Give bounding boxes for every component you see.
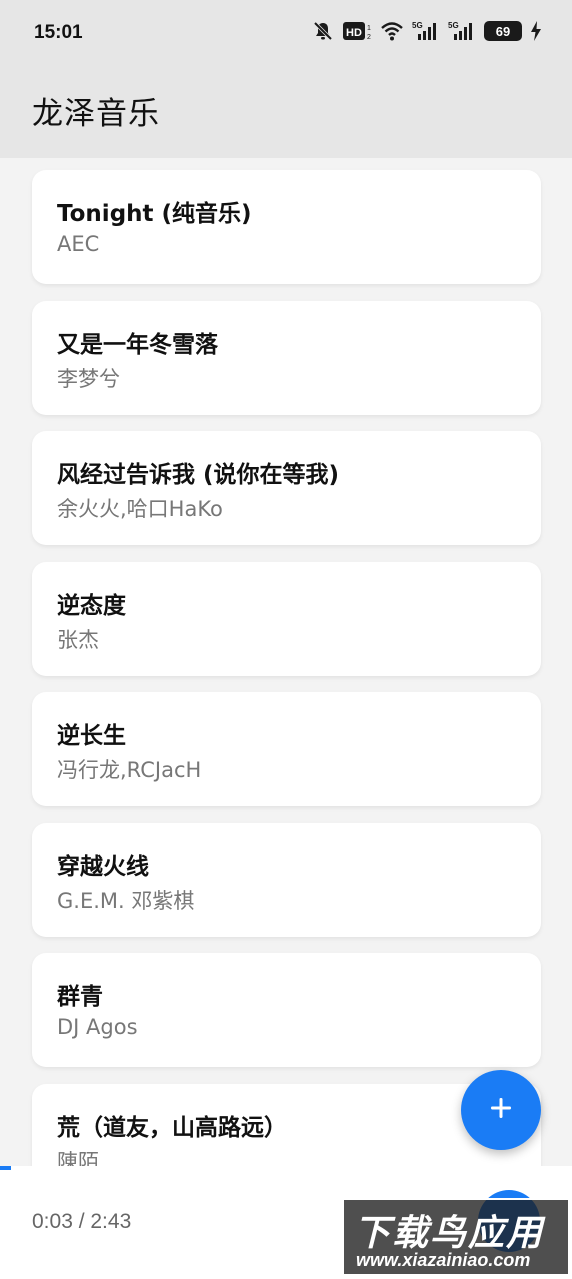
song-title: 荒（道友，山高路远） — [57, 1115, 287, 1141]
song-artist: DJ Agos — [57, 1015, 138, 1039]
progress-fill — [0, 1166, 12, 1170]
song-card[interactable]: 群青 DJ Agos — [32, 953, 541, 1067]
svg-text:2: 2 — [367, 34, 371, 41]
app-title: 龙泽音乐 — [32, 96, 160, 132]
song-title: 逆长生 — [57, 723, 126, 749]
song-card[interactable]: 逆态度 张杰 — [32, 562, 541, 676]
song-artist: 冯行龙,RCJacH — [57, 758, 202, 782]
song-list[interactable]: Tonight (纯音乐) AEC 又是一年冬雪落 李梦兮 风经过告诉我 (说你… — [0, 158, 572, 1166]
song-card[interactable]: Tonight (纯音乐) AEC — [32, 170, 541, 284]
hd-icon: HD 1 2 — [342, 20, 372, 42]
5g-signal-icon: 5G — [448, 20, 476, 42]
song-card[interactable]: 穿越火线 G.E.M. 邓紫棋 — [32, 823, 541, 937]
plus-icon — [489, 1096, 513, 1124]
svg-text:5G: 5G — [412, 21, 423, 30]
song-card[interactable]: 逆长生 冯行龙,RCJacH — [32, 692, 541, 806]
status-bar: 15:01 HD 1 2 5G 5G 69 — [0, 0, 572, 68]
song-artist: 张杰 — [57, 628, 99, 652]
app-bar: 龙泽音乐 — [0, 68, 572, 158]
battery-icon: 69 — [484, 21, 522, 41]
song-artist: 陳陌 — [57, 1150, 99, 1166]
progress-bar[interactable] — [0, 1166, 572, 1170]
status-time: 15:01 — [34, 22, 83, 43]
song-title: 逆态度 — [57, 593, 126, 619]
song-artist: 李梦兮 — [57, 367, 120, 391]
svg-text:1: 1 — [367, 25, 371, 32]
watermark-title: 下载鸟应用 — [354, 1213, 545, 1254]
svg-text:HD: HD — [346, 27, 362, 39]
watermark: 下载鸟应用 www.xiazainiao.com — [342, 1198, 570, 1276]
watermark-url: www.xiazainiao.com — [356, 1250, 531, 1270]
song-card[interactable]: 风经过告诉我 (说你在等我) 余火火,哈口HaKo — [32, 431, 541, 545]
song-card[interactable]: 又是一年冬雪落 李梦兮 — [32, 301, 541, 415]
song-title: 风经过告诉我 (说你在等我) — [57, 462, 340, 488]
song-title: 穿越火线 — [57, 854, 149, 880]
song-title: 群青 — [57, 984, 103, 1010]
song-artist: G.E.M. 邓紫棋 — [57, 889, 195, 913]
5g-signal-icon: 5G — [412, 20, 440, 42]
battery-level: 69 — [495, 23, 511, 39]
song-title: Tonight (纯音乐) — [57, 201, 252, 227]
add-song-button[interactable] — [461, 1070, 541, 1150]
playback-time: 0:03 / 2:43 — [32, 1210, 132, 1233]
song-title: 又是一年冬雪落 — [57, 332, 218, 358]
charging-icon — [530, 20, 542, 42]
song-artist: AEC — [57, 232, 100, 256]
svg-text:5G: 5G — [448, 21, 459, 30]
status-icons: HD 1 2 5G 5G 69 — [312, 20, 542, 42]
wifi-icon — [380, 20, 404, 42]
song-artist: 余火火,哈口HaKo — [57, 497, 223, 521]
bell-off-icon — [312, 20, 334, 42]
